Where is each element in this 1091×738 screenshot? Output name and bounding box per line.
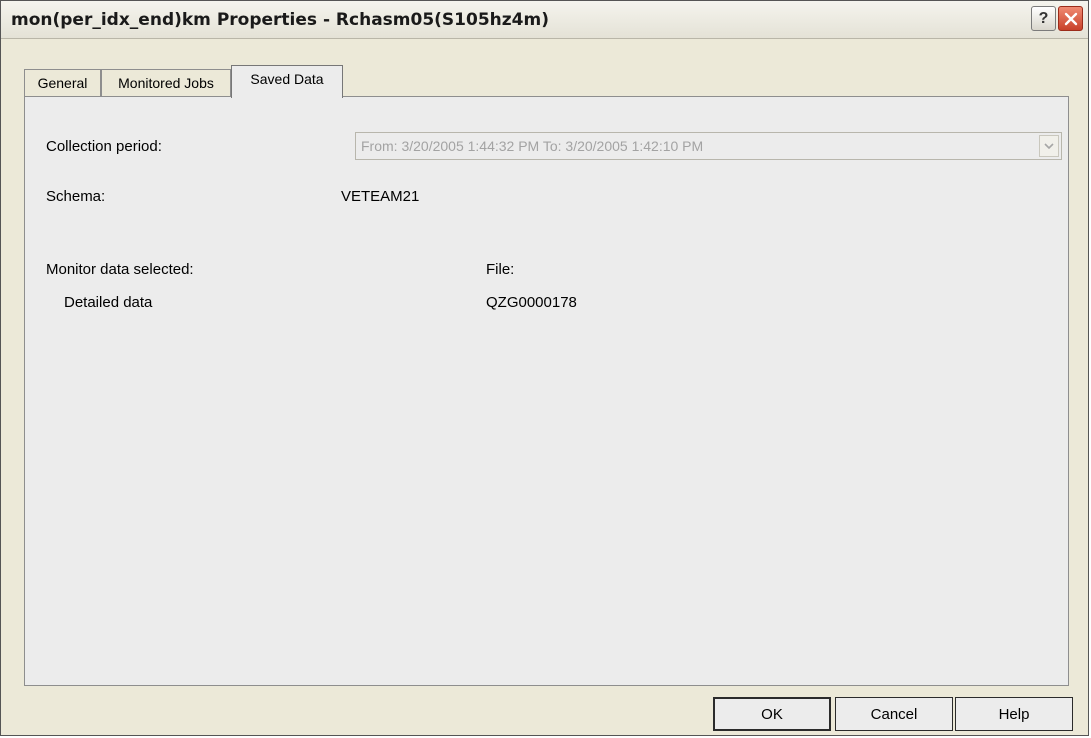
close-button[interactable] [1058,6,1083,31]
cancel-button[interactable]: Cancel [835,697,953,731]
window-title: mon(per_idx_end)km Properties - Rchasm05… [11,10,549,30]
dropdown-arrow-button[interactable] [1039,135,1059,157]
tab-general-label: General [37,75,88,91]
help-button[interactable]: Help [955,697,1073,731]
title-bar[interactable]: mon(per_idx_end)km Properties - Rchasm05… [1,1,1088,39]
tab-monitored-jobs[interactable]: Monitored Jobs [101,69,231,96]
ok-button[interactable]: OK [713,697,831,731]
collection-period-dropdown[interactable]: From: 3/20/2005 1:44:32 PM To: 3/20/2005… [355,132,1062,160]
tab-general[interactable]: General [24,69,101,96]
schema-value: VETEAM21 [341,188,420,205]
title-help-button[interactable]: ? [1031,6,1056,31]
schema-label: Schema: [46,188,106,205]
properties-dialog: mon(per_idx_end)km Properties - Rchasm05… [0,0,1089,736]
tab-saved-data[interactable]: Saved Data [231,65,343,98]
file-label: File: [486,261,515,278]
collection-period-value: From: 3/20/2005 1:44:32 PM To: 3/20/2005… [361,138,704,154]
detailed-data-label: Detailed data [64,294,153,311]
monitor-data-selected-label: Monitor data selected: [46,261,194,278]
collection-period-label: Collection period: [46,138,162,155]
tab-monitored-jobs-label: Monitored Jobs [118,75,214,91]
detailed-data-file: QZG0000178 [486,294,577,311]
close-icon [1064,12,1077,25]
chevron-down-icon [1044,143,1054,149]
tab-saved-data-label: Saved Data [250,71,324,87]
question-mark-icon: ? [1038,9,1049,27]
saved-data-panel: Collection period: From: 3/20/2005 1:44:… [24,96,1069,686]
